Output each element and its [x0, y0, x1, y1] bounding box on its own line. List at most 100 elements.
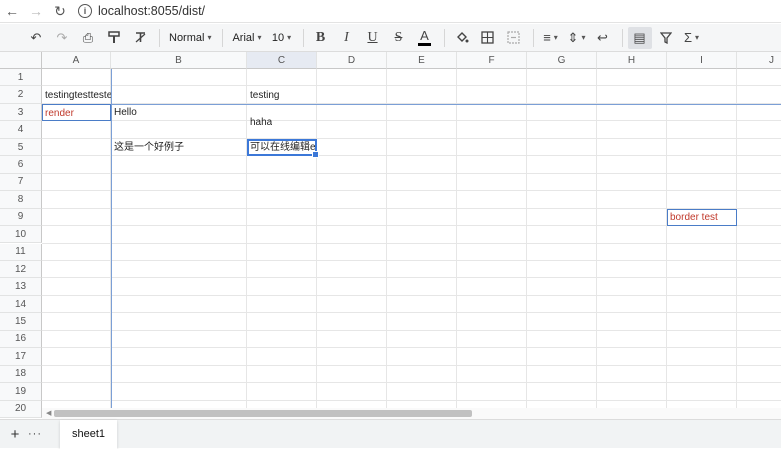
column-header-i[interactable]: I [667, 52, 737, 69]
grid-row-line [42, 277, 781, 279]
border-icon[interactable] [476, 27, 500, 49]
forward-icon[interactable]: → [24, 0, 48, 22]
column-header-b[interactable]: B [111, 52, 247, 69]
row-header-10[interactable]: 10 [0, 226, 42, 244]
text-color-swatch [418, 43, 431, 46]
more-sheets-icon[interactable]: ··· [26, 424, 44, 444]
valign-middle-icon: ⇕ [567, 29, 579, 45]
row-header-2[interactable]: 2 [0, 86, 42, 104]
url-text[interactable]: localhost:8055/dist/ [98, 4, 205, 18]
toolbar-divider [222, 28, 224, 47]
toolbar-divider [532, 28, 534, 47]
column-header-a[interactable]: A [42, 52, 111, 69]
redo-icon[interactable]: ↷ [50, 27, 74, 49]
align-left-icon: ≡ [543, 30, 551, 45]
row-header-1[interactable]: 1 [0, 69, 42, 87]
grid-row-line [42, 172, 781, 174]
toolbar-divider [443, 28, 445, 47]
sigma-icon: Σ [683, 30, 693, 45]
row-header-7[interactable]: 7 [0, 173, 42, 192]
grid-row-line [42, 120, 781, 122]
underline-button[interactable]: U [361, 27, 385, 49]
toolbar-divider [159, 28, 160, 47]
row-header-16[interactable]: 16 [0, 330, 42, 349]
spreadsheet-grid[interactable]: A B C D E F G H I J 1 2 3 4 5 6 7 8 9 10 11 12 13 14 15 16 17 18 19 2… [0, 52, 781, 419]
column-header-e[interactable]: E [387, 52, 457, 69]
function-dropdown[interactable]: Σ ▾ [680, 27, 704, 49]
column-header-h[interactable]: H [597, 52, 667, 69]
row-header-9[interactable]: 9 [0, 208, 42, 227]
row-header-12[interactable]: 12 [0, 260, 42, 279]
print-icon[interactable]: ⎙ [76, 27, 100, 49]
grid-row-line [42, 399, 781, 401]
row-header-11[interactable]: 11 [0, 243, 42, 261]
merge-glyph [507, 31, 520, 44]
grid-row-line [42, 347, 781, 349]
reload-icon[interactable]: ↻ [48, 0, 72, 22]
cell-c2[interactable]: testing [250, 87, 279, 104]
merge-cells-icon[interactable] [502, 27, 526, 49]
column-header-c[interactable]: C [247, 52, 317, 69]
clear-format-icon[interactable] [128, 27, 152, 49]
font-family-dropdown[interactable]: Arial ▾ [228, 27, 265, 49]
cell-b5[interactable]: 这是一个好例子 [114, 139, 184, 156]
column-header-j[interactable]: J [737, 52, 781, 69]
site-info-icon[interactable]: i [78, 4, 92, 18]
back-icon[interactable]: ← [0, 0, 24, 22]
freeze-line-horizontal [42, 103, 781, 105]
fill-handle[interactable] [312, 151, 319, 159]
font-size-dropdown[interactable]: 10 ▾ [268, 27, 296, 49]
row-header-17[interactable]: 17 [0, 348, 42, 366]
row-header-5[interactable]: 5 [0, 138, 42, 157]
grid-row-line [42, 294, 781, 296]
italic-button[interactable]: I [335, 27, 359, 49]
row-header-20[interactable]: 20 [0, 400, 42, 418]
undo-icon[interactable]: ↶ [24, 27, 48, 49]
cell-c3[interactable]: haha [250, 114, 272, 131]
row-header-15[interactable]: 15 [0, 313, 42, 331]
bold-button[interactable]: B [309, 27, 333, 49]
grid-column-line [246, 69, 247, 419]
row-header-13[interactable]: 13 [0, 278, 42, 296]
freeze-icon[interactable]: ▤ [627, 26, 652, 49]
vertical-align-dropdown[interactable]: ⇕ ▾ [565, 27, 589, 49]
row-header-6[interactable]: 6 [0, 156, 42, 174]
paint-format-icon[interactable] [102, 27, 126, 49]
row-header-8[interactable]: 8 [0, 191, 42, 209]
fill-color-icon[interactable] [450, 27, 474, 49]
column-header-d[interactable]: D [317, 52, 387, 69]
horizontal-align-dropdown[interactable]: ≡ ▾ [539, 27, 563, 49]
sheet-tab[interactable]: sheet1 [60, 419, 118, 449]
cell-b3[interactable]: Hello [114, 104, 137, 121]
grid-row-line [42, 382, 781, 384]
cell-a2[interactable]: testingtesttestetsetset [45, 87, 111, 104]
chevron-down-icon: ▾ [695, 33, 700, 42]
scrollbar-thumb[interactable] [54, 410, 472, 417]
text-color-button[interactable]: A [413, 27, 437, 49]
clear-format-glyph [135, 32, 145, 43]
row-header-14[interactable]: 14 [0, 295, 42, 314]
address-bar[interactable]: i localhost:8055/dist/ [78, 1, 205, 21]
funnel-icon [659, 31, 672, 44]
add-sheet-button[interactable]: + [6, 424, 24, 444]
grid-column-line [736, 69, 737, 419]
text-wrap-icon[interactable]: ↩ [591, 27, 615, 49]
paint-bucket-icon [456, 31, 468, 42]
column-header-f[interactable]: F [457, 52, 527, 69]
grid-row-line [42, 190, 781, 192]
grid-column-line [456, 69, 457, 419]
row-header-19[interactable]: 19 [0, 383, 42, 401]
strikethrough-button[interactable]: S [387, 27, 411, 49]
format-dropdown[interactable]: Normal ▾ [165, 27, 215, 49]
scroll-left-icon[interactable]: ◀ [46, 409, 51, 417]
grid-row-line [42, 364, 781, 366]
format-label: Normal [169, 31, 205, 44]
column-header-g[interactable]: G [527, 52, 597, 69]
grid-corner[interactable] [0, 52, 42, 69]
selected-cell-outline[interactable] [247, 138, 319, 159]
row-header-3[interactable]: 3 [0, 103, 42, 122]
row-header-18[interactable]: 18 [0, 365, 42, 384]
filter-icon[interactable] [654, 27, 678, 49]
row-header-4[interactable]: 4 [0, 121, 42, 139]
horizontal-scrollbar[interactable]: ◀ [42, 408, 781, 419]
